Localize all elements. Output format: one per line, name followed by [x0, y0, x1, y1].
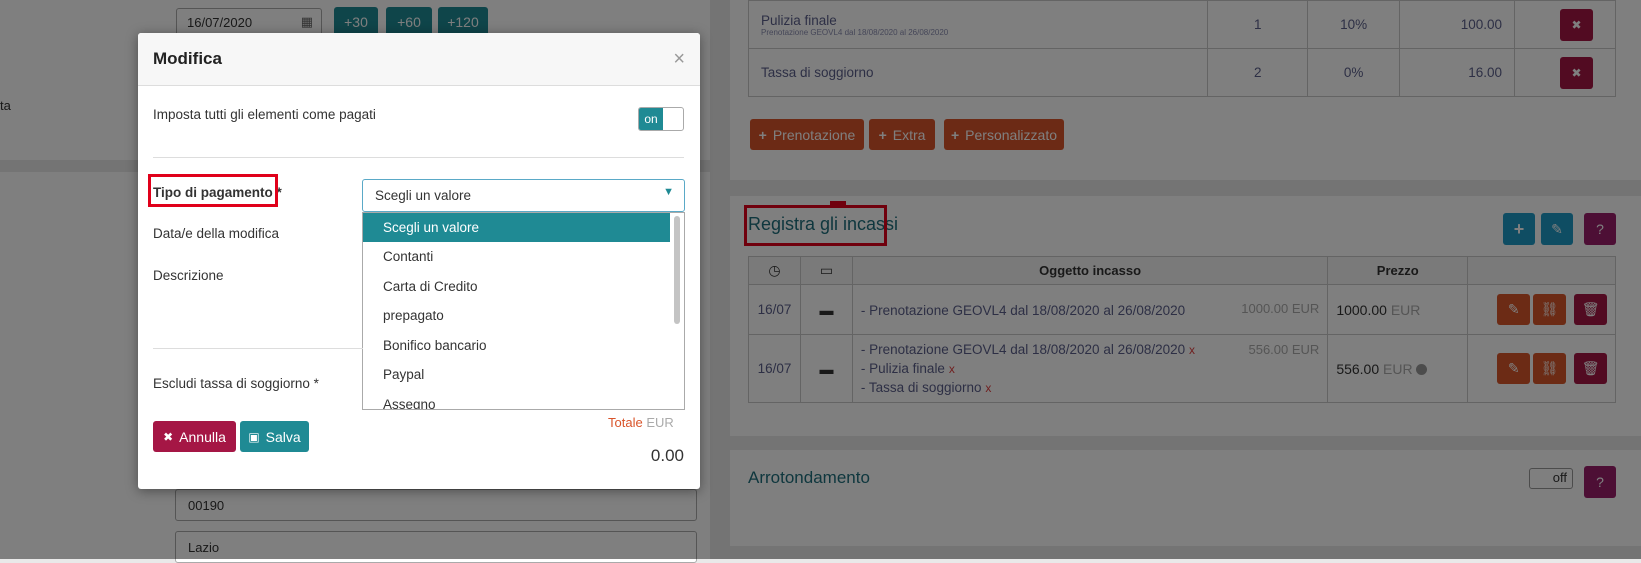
payment-type-select[interactable]: Scegli un valore ▼	[362, 179, 685, 212]
mark-paid-toggle[interactable]: on	[638, 107, 684, 131]
select-value: Scegli un valore	[375, 188, 472, 203]
highlight-payment-type	[148, 174, 278, 207]
cancel-button[interactable]: ✖ Annulla	[153, 421, 236, 452]
cancel-label: Annulla	[179, 428, 226, 445]
close-icon: ✖	[163, 429, 174, 444]
exclude-tax-label: Escludi tassa di soggiorno *	[153, 376, 319, 391]
option-carta-di-credito[interactable]: Carta di Credito	[363, 272, 684, 302]
dropdown-scrollbar[interactable]	[674, 216, 680, 324]
total-value: 0.00	[650, 446, 684, 465]
modal-title: Modifica	[153, 49, 222, 68]
mark-paid-label: Imposta tutti gli elementi come pagati	[153, 107, 376, 122]
chevron-down-icon: ▼	[663, 186, 674, 198]
close-icon[interactable]: ×	[673, 48, 685, 71]
date-label: Data/e della modifica	[153, 226, 280, 241]
option-bonifico[interactable]: Bonifico bancario	[363, 331, 684, 361]
edit-modal: Modifica × Imposta tutti gli elementi co…	[138, 33, 700, 489]
total-row: Totale EUR	[608, 415, 674, 430]
divider	[153, 157, 684, 158]
total-label: Totale	[608, 415, 643, 430]
total-currency: EUR	[646, 415, 674, 430]
option-contanti[interactable]: Contanti	[363, 242, 684, 272]
option-assegno[interactable]: Assegno	[363, 390, 684, 410]
mark-paid-toggle-on: on	[639, 108, 663, 130]
save-button[interactable]: ▣ Salva	[240, 421, 309, 452]
save-icon: ▣	[248, 429, 260, 444]
modal-header: Modifica ×	[138, 33, 700, 86]
description-label: Descrizione	[153, 268, 224, 283]
option-paypal[interactable]: Paypal	[363, 360, 684, 390]
payment-type-dropdown: Scegli un valore Contanti Carta di Credi…	[362, 212, 685, 410]
divider	[153, 348, 363, 349]
option-scegli[interactable]: Scegli un valore	[363, 213, 670, 242]
save-label: Salva	[265, 428, 301, 445]
option-prepagato[interactable]: prepagato	[363, 301, 684, 331]
